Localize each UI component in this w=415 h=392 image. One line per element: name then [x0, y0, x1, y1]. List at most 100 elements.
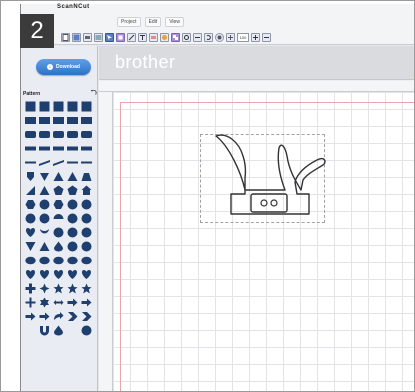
flat-rect-shape-icon[interactable]: [52, 142, 64, 154]
heart-shape-icon[interactable]: [80, 268, 92, 280]
ellipse-shape-icon[interactable]: [38, 254, 50, 266]
circle-shape-icon[interactable]: [66, 198, 78, 210]
hexagon-shape-icon[interactable]: [24, 198, 36, 210]
rotate-tool-icon[interactable]: [204, 32, 213, 42]
arrow-lr-shape-icon[interactable]: [52, 296, 64, 308]
grid-toggle-icon[interactable]: [226, 32, 235, 42]
print-icon[interactable]: [83, 32, 92, 42]
triangle-shape-icon[interactable]: [52, 170, 64, 182]
flat-rect-shape-icon[interactable]: [66, 142, 78, 154]
square-shape-icon[interactable]: [24, 100, 36, 112]
menu-project[interactable]: Project: [117, 17, 141, 27]
thin-bar-shape-icon[interactable]: [80, 156, 92, 168]
crescent-shape-icon[interactable]: [38, 226, 50, 238]
square-shape-icon[interactable]: [80, 100, 92, 112]
thin-bar-shape-icon[interactable]: [24, 156, 36, 168]
slant-bar-shape-icon[interactable]: [38, 156, 50, 168]
triangle-shape-icon[interactable]: [66, 170, 78, 182]
rounded-rect-shape-icon[interactable]: [80, 128, 92, 140]
curve-arrow-shape-icon[interactable]: [52, 310, 64, 322]
circle-shape-icon[interactable]: [80, 198, 92, 210]
rounded-rect-shape-icon[interactable]: [38, 128, 50, 140]
circle-shape-icon[interactable]: [66, 240, 78, 252]
star6-shape-icon[interactable]: [38, 296, 50, 308]
thin-bar-shape-icon[interactable]: [66, 156, 78, 168]
flat-rect-shape-icon[interactable]: [24, 142, 36, 154]
heart-shape-icon[interactable]: [38, 268, 50, 280]
chevron-shape-icon[interactable]: [66, 310, 78, 322]
cross-shape-icon[interactable]: [24, 282, 36, 294]
triangle-down-shape-icon[interactable]: [38, 170, 50, 182]
zoom-out-icon[interactable]: [262, 32, 271, 42]
menu-edit[interactable]: Edit: [144, 17, 162, 27]
image-icon[interactable]: [94, 32, 103, 42]
circle-shape-icon[interactable]: [80, 212, 92, 224]
circle-shape-icon[interactable]: [52, 226, 64, 238]
flip-tool-icon[interactable]: [193, 32, 202, 42]
ellipse-shape-icon[interactable]: [80, 254, 92, 266]
arrow-right-shape-icon[interactable]: [66, 296, 78, 308]
zoom-in-icon[interactable]: [251, 32, 260, 42]
menu-view[interactable]: View: [165, 17, 184, 27]
star4-shape-icon[interactable]: [38, 282, 50, 294]
circle-shape-icon[interactable]: [38, 212, 50, 224]
wide-rect-shape-icon[interactable]: [52, 114, 64, 126]
flat-rect-shape-icon[interactable]: [38, 142, 50, 154]
circle-shape-icon[interactable]: [80, 324, 92, 336]
rounded-rect-shape-icon[interactable]: [52, 128, 64, 140]
arrow-right-shape-icon[interactable]: [80, 296, 92, 308]
semi-shape-icon[interactable]: [52, 212, 64, 224]
cutting-mat[interactable]: [113, 92, 414, 391]
pen-tool-icon[interactable]: [127, 32, 136, 42]
star-shape-icon[interactable]: [52, 282, 64, 294]
rounded-rect-shape-icon[interactable]: [24, 128, 36, 140]
arrow-right-shape-icon[interactable]: [38, 310, 50, 322]
circle-shape-icon[interactable]: [80, 240, 92, 252]
right-triangle-shape-icon[interactable]: [24, 184, 36, 196]
pentagon-shape-icon[interactable]: [52, 184, 64, 196]
u-shape-shape-icon[interactable]: [38, 324, 50, 336]
triangle-shape-icon[interactable]: [38, 240, 50, 252]
circle-shape-icon[interactable]: [24, 212, 36, 224]
star-shape-icon[interactable]: [80, 282, 92, 294]
settings-icon[interactable]: [215, 32, 224, 42]
eraser-tool-icon[interactable]: [149, 32, 158, 42]
slant-bar-shape-icon[interactable]: [52, 156, 64, 168]
cone-shape-icon[interactable]: [24, 240, 36, 252]
moon-shape-icon[interactable]: [66, 324, 78, 336]
color-tool-icon[interactable]: [160, 32, 169, 42]
bunny-ears-drawing[interactable]: [199, 132, 329, 227]
trapezoid-shape-icon[interactable]: [80, 170, 92, 182]
wide-rect-shape-icon[interactable]: [24, 114, 36, 126]
house-shape-icon[interactable]: [80, 184, 92, 196]
rounded-rect-shape-icon[interactable]: [66, 128, 78, 140]
shield-shape-icon[interactable]: [24, 170, 36, 182]
arrow-right-shape-icon[interactable]: [24, 310, 36, 322]
triangle-shape-icon[interactable]: [38, 184, 50, 196]
download-button[interactable]: ↓ Download: [36, 59, 91, 75]
flat-rect-shape-icon[interactable]: [80, 142, 92, 154]
drop-shape-icon[interactable]: [52, 324, 64, 336]
wide-rect-shape-icon[interactable]: [66, 114, 78, 126]
undo-icon[interactable]: [90, 89, 97, 96]
weld-tool-icon[interactable]: [182, 32, 191, 42]
ellipse-shape-icon[interactable]: [66, 254, 78, 266]
save-icon[interactable]: [72, 32, 81, 42]
circle-shape-icon[interactable]: [80, 226, 92, 238]
heart-shape-icon[interactable]: [66, 268, 78, 280]
ellipse-shape-icon[interactable]: [52, 254, 64, 266]
circle-shape-icon[interactable]: [66, 226, 78, 238]
heart-shape-icon[interactable]: [52, 268, 64, 280]
hexagon-shape-icon[interactable]: [52, 198, 64, 210]
star-shape-icon[interactable]: [66, 282, 78, 294]
square-shape-icon[interactable]: [38, 100, 50, 112]
cross-thin-shape-icon[interactable]: [24, 296, 36, 308]
heart-shape-icon[interactable]: [24, 268, 36, 280]
chevron-shape-icon[interactable]: [80, 310, 92, 322]
text-tool-icon[interactable]: [138, 32, 147, 42]
wide-rect-shape-icon[interactable]: [80, 114, 92, 126]
circle-shape-icon[interactable]: [66, 212, 78, 224]
square-shape-icon[interactable]: [52, 100, 64, 112]
square-shape-icon[interactable]: [66, 100, 78, 112]
zoom-value-field[interactable]: 100: [237, 32, 249, 42]
